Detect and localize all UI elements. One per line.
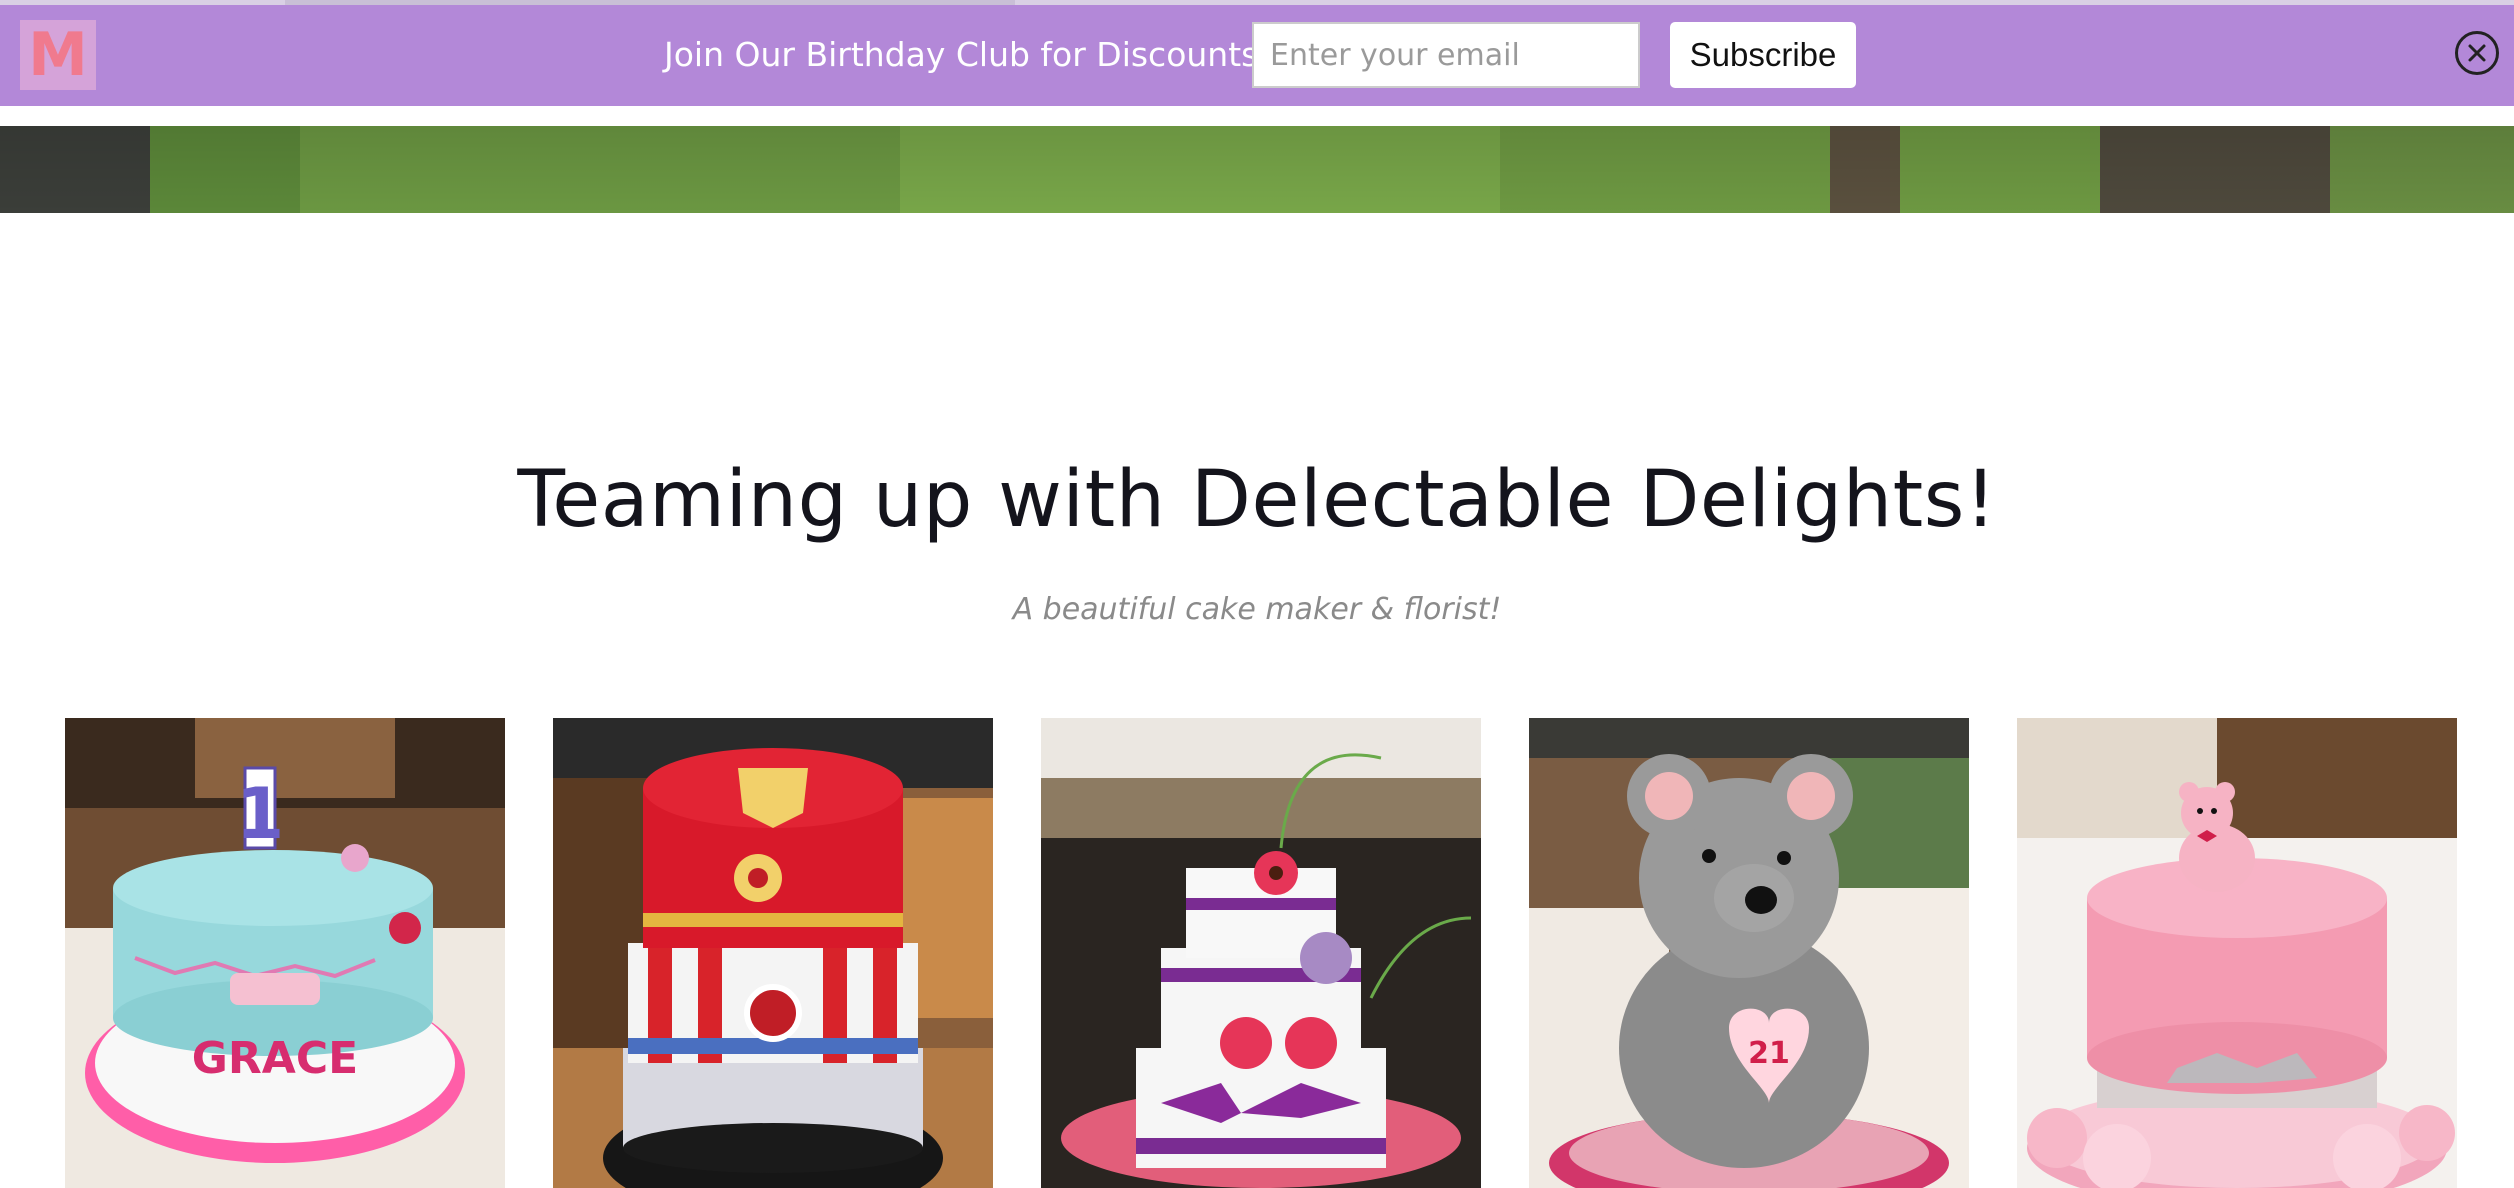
close-icon[interactable] [2455,31,2499,75]
hero-image [0,126,2514,213]
site-logo[interactable]: M [20,20,96,90]
subscribe-button[interactable]: Subscribe [1670,22,1856,88]
gallery-image-3[interactable] [1041,718,1481,1188]
section-title: Teaming up with Delectable Delights! [517,455,1997,545]
gallery-image-4-cake-text: 21 [1748,1036,1790,1071]
birthday-club-banner: M Join Our Birthday Club for Discounts! … [0,0,2514,106]
gallery-image-1[interactable]: GRACE 1 [65,718,505,1188]
gallery-image-2[interactable] [553,718,993,1188]
email-input[interactable] [1252,22,1640,88]
gallery-image-4[interactable]: 21 [1529,718,1969,1188]
banner-message: Join Our Birthday Club for Discounts! [664,35,1272,74]
gallery-image-5[interactable] [2017,718,2457,1188]
gallery-image-1-topper: 1 [236,773,285,855]
section-subtitle: A beautiful cake maker & florist! [1012,592,1502,627]
browser-tab-strip [0,0,2514,5]
gallery-image-1-cake-text: GRACE [192,1033,358,1084]
